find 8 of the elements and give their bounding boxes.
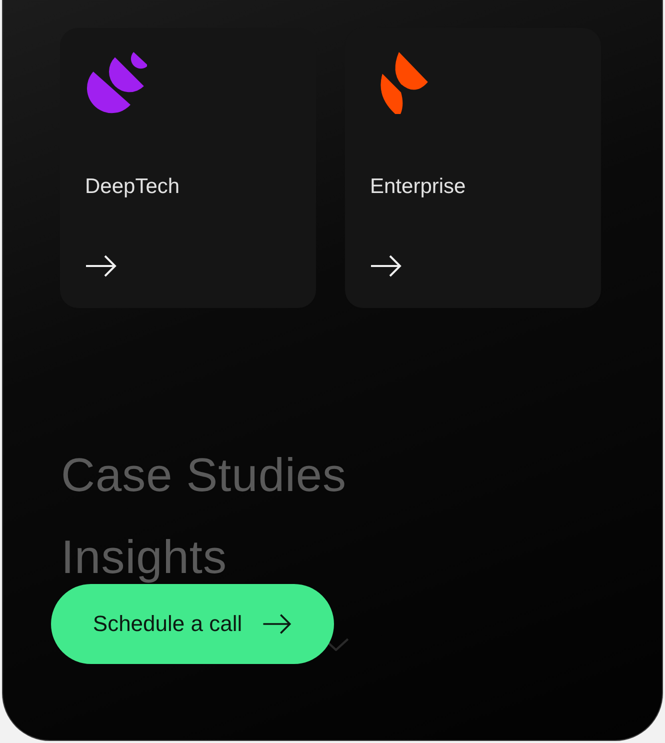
arrow-icon [85, 254, 117, 278]
category-card[interactable]: DeepTech [60, 28, 316, 308]
category-card[interactable]: Enterprise [345, 28, 601, 308]
schedule-call-button[interactable]: Schedule a call [51, 584, 334, 664]
arrow-icon [370, 254, 402, 278]
card-title: Enterprise [370, 174, 466, 200]
arrow-icon [262, 613, 292, 635]
card-title: DeepTech [85, 174, 180, 200]
